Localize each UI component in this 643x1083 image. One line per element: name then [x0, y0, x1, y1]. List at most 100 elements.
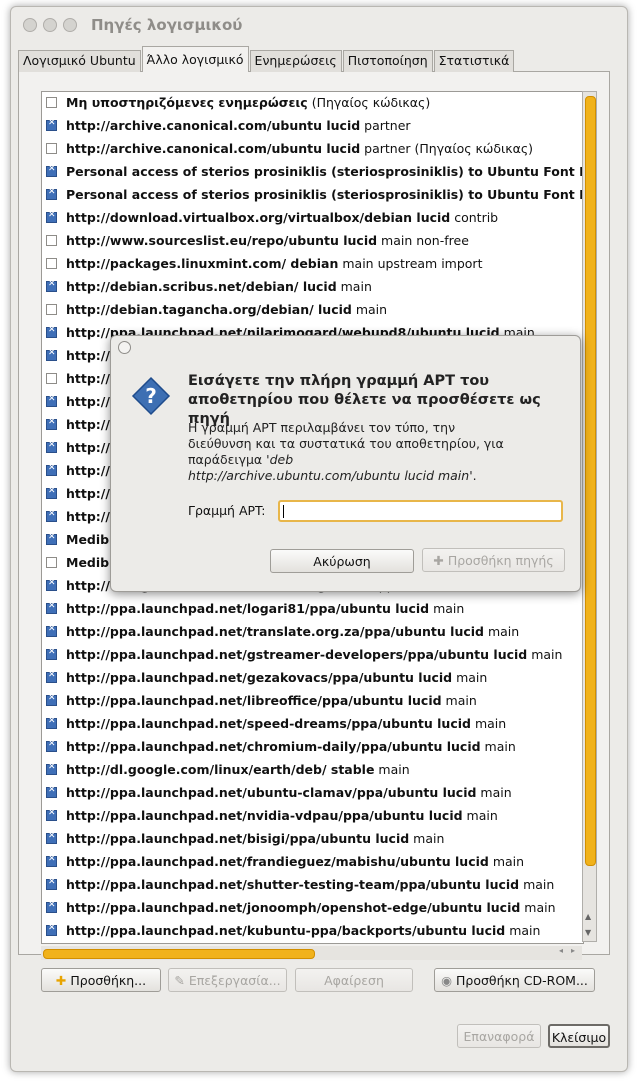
source-checkbox[interactable] — [46, 785, 57, 798]
source-checkbox[interactable] — [46, 463, 57, 476]
tab-statistics[interactable]: Στατιστικά — [433, 50, 515, 72]
apt-line-input[interactable] — [278, 500, 563, 522]
list-item[interactable]: http://ppa.launchpad.net/gezakovacs/ppa/… — [42, 667, 583, 690]
revert-button[interactable]: Επαναφορά — [457, 1024, 541, 1048]
source-checkbox[interactable] — [46, 557, 57, 568]
source-checkbox[interactable] — [46, 304, 57, 315]
scroll-left-arrow-icon[interactable]: ◂ — [559, 946, 563, 955]
tab-other-software[interactable]: Άλλο λογισμικό — [141, 46, 249, 72]
list-item[interactable]: http://ppa.launchpad.net/translate.org.z… — [42, 621, 583, 644]
list-item[interactable]: http://ppa.launchpad.net/speed-dreams/pp… — [42, 713, 583, 736]
source-label: http://archive.canonical.com/ubuntu luci… — [66, 141, 533, 156]
source-checkbox[interactable] — [46, 394, 57, 407]
list-item[interactable]: http://ppa.launchpad.net/bisigi/ppa/ubun… — [42, 828, 583, 851]
scroll-up-arrow-icon[interactable]: ▲ — [585, 912, 591, 921]
remove-button[interactable]: Αφαίρεση — [295, 968, 413, 992]
source-checkbox[interactable] — [46, 762, 57, 775]
source-checkbox[interactable] — [46, 325, 57, 338]
source-checkbox[interactable] — [46, 373, 57, 384]
source-checkbox[interactable] — [46, 440, 57, 453]
tab-updates[interactable]: Ενημερώσεις — [249, 50, 342, 72]
source-checkbox[interactable] — [46, 486, 57, 499]
close-button[interactable]: Κλείσιμο — [548, 1024, 610, 1048]
list-item[interactable]: http://packages.linuxmint.com/ debian ma… — [42, 253, 583, 276]
source-checkbox[interactable] — [46, 279, 57, 292]
list-item[interactable]: http://archive.canonical.com/ubuntu luci… — [42, 138, 583, 161]
source-checkbox[interactable] — [46, 693, 57, 706]
dialog-window-button[interactable] — [118, 341, 131, 354]
tab-authentication[interactable]: Πιστοποίηση — [342, 50, 433, 72]
source-checkbox[interactable] — [46, 877, 57, 890]
source-checkbox[interactable] — [46, 118, 57, 131]
list-item[interactable]: http://ppa.launchpad.net/nvidia-vdpau/pp… — [42, 805, 583, 828]
list-item[interactable]: http://archive.canonical.com/ubuntu luci… — [42, 115, 583, 138]
scroll-right-arrow-icon[interactable]: ▸ — [571, 946, 575, 955]
horizontal-scroll-thumb[interactable] — [43, 949, 315, 959]
list-item[interactable]: Μη υποστηριζόμενες ενημερώσεις (Πηγαίος … — [42, 92, 583, 115]
list-item[interactable]: http://ppa.launchpad.net/frandieguez/mab… — [42, 851, 583, 874]
list-item[interactable]: http://dl.google.com/linux/earth/deb/ st… — [42, 759, 583, 782]
source-uri: http://ppa.launchpad.net/gstreamer-devel… — [66, 647, 528, 662]
source-checkbox[interactable] — [46, 670, 57, 683]
list-item[interactable]: http://ppa.launchpad.net/kubuntu-ppa/bac… — [42, 920, 583, 943]
source-label: http://www.sourceslist.eu/repo/ubuntu lu… — [66, 233, 469, 248]
source-checkbox[interactable] — [46, 831, 57, 844]
source-checkbox[interactable] — [46, 258, 57, 269]
source-uri: http://ppa.launchpad.net/speed-dreams/pp… — [66, 716, 471, 731]
source-checkbox[interactable] — [46, 532, 57, 545]
source-checkbox[interactable] — [46, 509, 57, 522]
source-label: http://ppa.launchpad.net/jonoomph/opensh… — [66, 900, 556, 915]
source-checkbox[interactable] — [46, 854, 57, 867]
minimize-window-button[interactable] — [43, 18, 57, 32]
list-item[interactable]: http://ppa.launchpad.net/libreoffice/ppa… — [42, 690, 583, 713]
source-checkbox[interactable] — [46, 808, 57, 821]
source-checkbox[interactable] — [46, 348, 57, 361]
source-checkbox[interactable] — [46, 417, 57, 430]
vertical-scroll-thumb[interactable] — [585, 96, 596, 866]
source-checkbox[interactable] — [46, 578, 57, 591]
source-checkbox[interactable] — [46, 647, 57, 660]
source-checkbox[interactable] — [46, 739, 57, 752]
source-checkbox[interactable] — [46, 187, 57, 200]
vertical-scrollbar[interactable]: ▲ ▼ — [582, 91, 597, 942]
add-source-button[interactable]: ✚ Προσθήκη πηγής — [422, 548, 565, 572]
source-checkbox[interactable] — [46, 923, 57, 936]
source-checkbox[interactable] — [46, 716, 57, 729]
add-cdrom-button[interactable]: ◉ Προσθήκη CD-ROM... — [434, 968, 595, 992]
list-item[interactable]: http://debian.tagancha.org/debian/ lucid… — [42, 299, 583, 322]
list-item[interactable]: http://ppa.launchpad.net/logari81/ppa/ub… — [42, 598, 583, 621]
source-checkbox[interactable] — [46, 624, 57, 637]
plus-icon: ✚ — [55, 973, 67, 988]
horizontal-scrollbar[interactable]: ◂ ▸ — [41, 946, 582, 960]
edit-button[interactable]: ✎ Επεξεργασία... — [168, 968, 287, 992]
source-checkbox[interactable] — [46, 164, 57, 177]
source-components: main — [488, 854, 525, 869]
source-checkbox[interactable] — [46, 97, 57, 108]
list-item[interactable]: http://ppa.launchpad.net/ubuntu-clamav/p… — [42, 782, 583, 805]
add-apt-line-dialog: ? Εισάγετε την πλήρη γραμμή APT του αποθ… — [110, 335, 581, 592]
list-item[interactable]: Personal access of sterios prosiniklis (… — [42, 161, 583, 184]
source-checkbox[interactable] — [46, 235, 57, 246]
list-item[interactable]: http://download.virtualbox.org/virtualbo… — [42, 207, 583, 230]
list-item[interactable]: http://ppa.launchpad.net/gstreamer-devel… — [42, 644, 583, 667]
cancel-button[interactable]: Ακύρωση — [270, 549, 414, 573]
source-checkbox[interactable] — [46, 601, 57, 614]
list-item[interactable]: http://ppa.launchpad.net/chromium-daily/… — [42, 736, 583, 759]
svg-text:?: ? — [145, 384, 157, 408]
source-checkbox[interactable] — [46, 210, 57, 223]
list-item[interactable]: Personal access of sterios prosiniklis (… — [42, 184, 583, 207]
scroll-down-arrow-icon[interactable]: ▼ — [585, 928, 591, 937]
source-checkbox[interactable] — [46, 900, 57, 913]
tab-ubuntu-software[interactable]: Λογισμικό Ubuntu — [18, 50, 141, 72]
source-checkbox[interactable] — [46, 143, 57, 154]
list-item[interactable]: http://www.sourceslist.eu/repo/ubuntu lu… — [42, 230, 583, 253]
source-components: contrib — [450, 210, 499, 225]
maximize-window-button[interactable] — [63, 18, 77, 32]
list-item[interactable]: http://ppa.launchpad.net/jonoomph/opensh… — [42, 897, 583, 920]
source-components: (Πηγαίος κώδικας) — [307, 95, 431, 110]
source-components: main — [470, 716, 507, 731]
list-item[interactable]: http://ppa.launchpad.net/shutter-testing… — [42, 874, 583, 897]
close-window-button[interactable] — [23, 18, 37, 32]
add-button[interactable]: ✚ Προσθήκη... — [41, 968, 161, 992]
list-item[interactable]: http://debian.scribus.net/debian/ lucid … — [42, 276, 583, 299]
